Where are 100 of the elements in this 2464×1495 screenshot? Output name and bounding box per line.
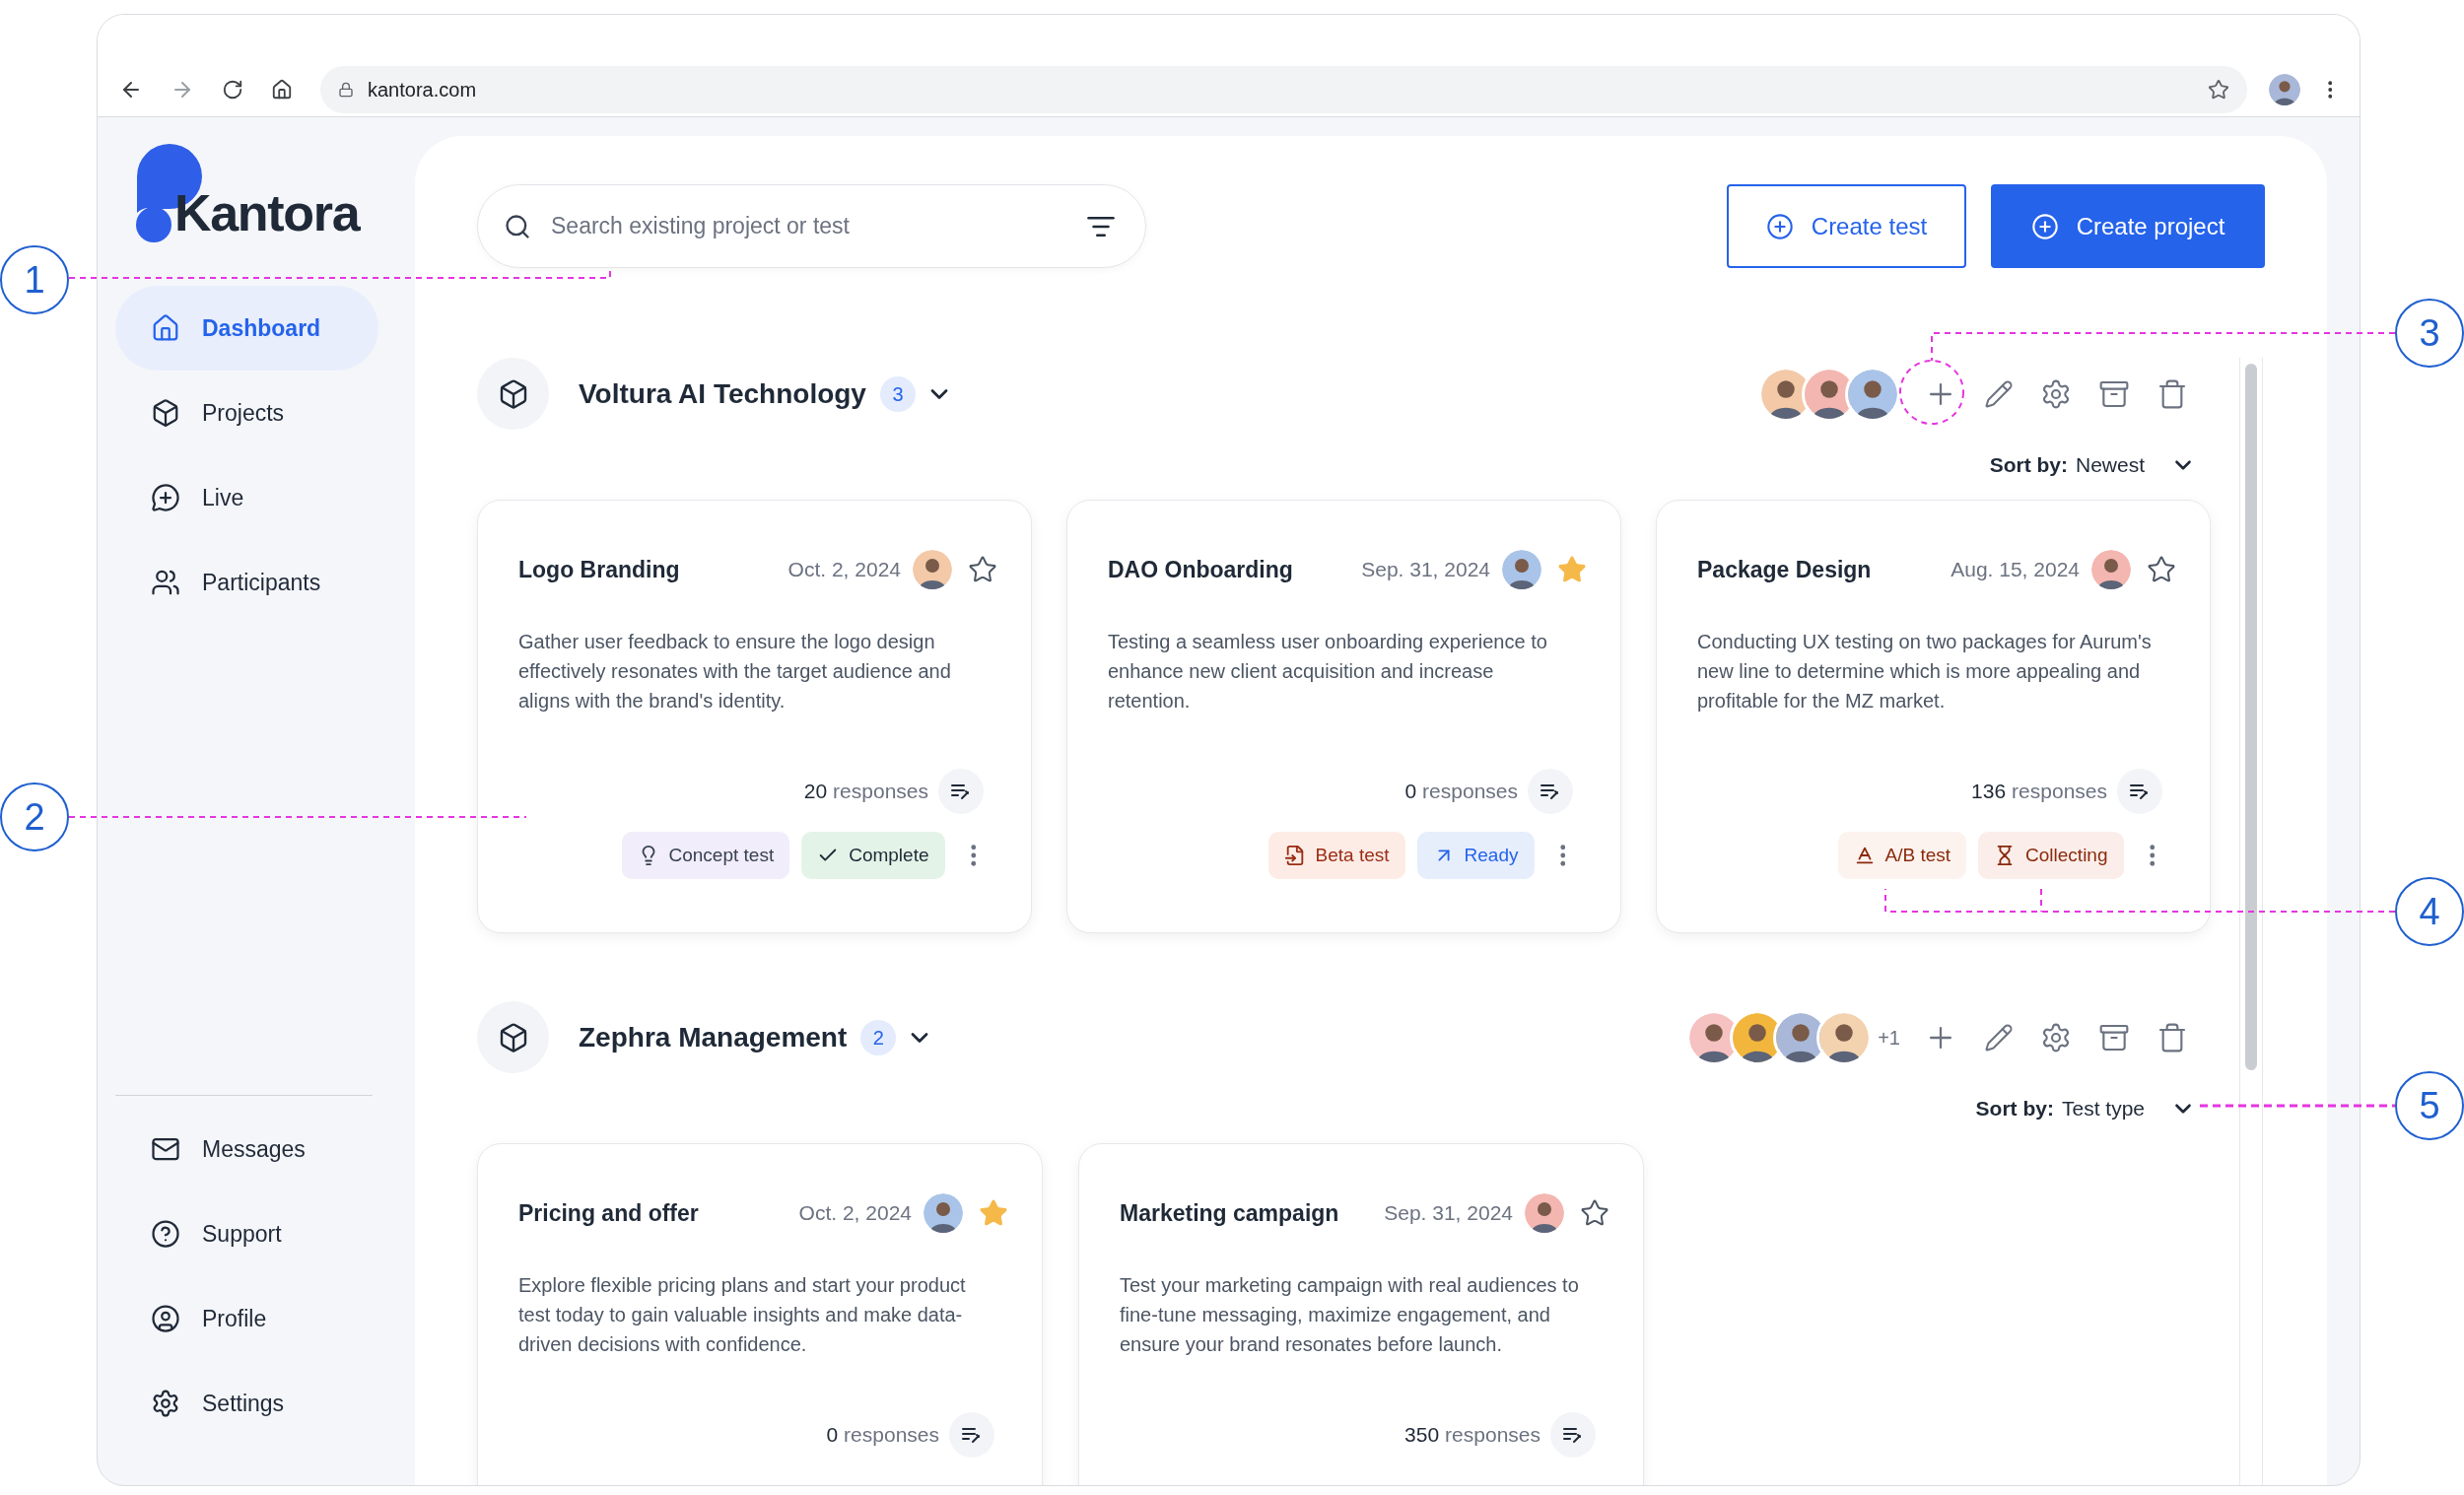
edit-responses-button[interactable] [949,1412,994,1458]
card-title: DAO Onboarding [1108,555,1293,584]
avatar [2268,74,2300,105]
home-button[interactable] [271,79,293,101]
kebab-icon [2149,845,2155,866]
lock-icon [338,82,354,98]
box-icon [151,398,180,428]
status-tag: Collecting [1978,832,2124,879]
create-project-button[interactable]: Create project [1991,184,2265,268]
plus-circle-icon [1765,212,1794,240]
create-test-button[interactable]: Create test [1727,184,1966,268]
callout-number: 1 [0,245,69,314]
file-arrow-icon [1283,845,1306,866]
card-title: Marketing campaign [1120,1198,1339,1228]
delete-button[interactable] [2156,1021,2188,1053]
response-label: responses [2012,779,2107,805]
search-icon [504,212,531,240]
card-description: Conducting UX testing on two packages for Aurum's new line to determine which is more appealing and profitable for the MZ market. [1697,630,2153,714]
test-type-tag: Concept test [621,832,790,879]
kebab-icon [2327,81,2332,99]
test-card[interactable]: Package Design Aug. 15, 2024 Conducting UX testing on two packages for Aurum's new line to determine which is more appealing and profitable for the MZ market. 136 responses A/B test Collecting [1656,500,2211,933]
edit-responses-button[interactable] [2117,769,2162,814]
settings-icon [151,1389,180,1418]
list-edit-icon [1540,782,1560,800]
kebab-icon [1559,845,1565,866]
users-icon [151,568,180,597]
card-date: Sep. 31, 2024 [1361,557,1490,583]
response-count: 0 [1404,779,1417,805]
response-label: responses [1422,779,1518,805]
list-edit-icon [1563,1426,1583,1444]
sort-dropdown[interactable]: Newest [2075,449,2196,481]
card-title: Package Design [1697,555,1872,584]
test-card[interactable]: DAO Onboarding Sep. 31, 2024 Testing a seamless user onboarding experience to enhance new client acquisition and increase retention. 0 responses Beta test Ready [1066,500,1621,933]
help-icon [151,1219,180,1249]
test-type-tag: Beta test [1267,832,1405,879]
test-card[interactable]: Logo Branding Oct. 2, 2024 Gather user feedback to ensure the logo design effectively resonates with the target audience and aligns with the brand's identity. 20 responses Concept test Complete [477,500,1032,933]
delete-button[interactable] [2156,377,2188,410]
sidebar-item[interactable]: Messages [115,1107,378,1191]
response-label: responses [1445,1422,1540,1449]
chat-plus-icon [151,483,180,512]
sidebar-item[interactable]: Settings [115,1361,378,1446]
card-date: Oct. 2, 2024 [787,557,901,583]
list-edit-icon [951,782,971,800]
edit-responses-button[interactable] [1528,769,1573,814]
project-name: Voltura AI Technology [579,376,866,411]
list-edit-icon [962,1426,982,1444]
sidebar-item[interactable]: Participants [115,540,378,625]
response-count: 350 [1404,1422,1440,1449]
status-tag: Ready [1416,832,1535,879]
user-circle-icon [151,1304,180,1333]
scrollbar-thumb[interactable] [2245,364,2257,1070]
sidebar-item[interactable]: Dashboard [115,286,378,371]
list-edit-icon [2130,782,2150,800]
settings-button[interactable] [2040,377,2072,410]
sort-label: Sort by: [1989,452,2068,479]
address-bar[interactable]: kantora.com [320,66,2247,113]
sidebar-item[interactable]: Live [115,455,378,540]
test-card[interactable]: Marketing campaign Sep. 31, 2024 Test your marketing campaign with real audiences to fine-tune messaging, maximize engagement, and ensure your brand resonates before launch. 350 responses [1078,1143,1644,1485]
reload-button[interactable] [222,79,243,101]
edit-responses-button[interactable] [1550,1412,1596,1458]
card-description: Testing a seamless user onboarding experience to enhance new client acquisition and increase retention. [1108,630,1548,714]
callout-number: 3 [2395,299,2464,368]
home-icon [151,313,180,343]
test-type-tag: A/B test [1837,832,1967,879]
plus-circle-icon [2030,212,2059,240]
sort-dropdown[interactable]: Test type [2061,1093,2196,1124]
callout-number: 4 [2395,877,2464,946]
response-label: responses [833,779,928,805]
card-title: Logo Branding [518,555,680,584]
extra-members-count: +1 [1878,1025,1900,1051]
callout-number: 5 [2395,1071,2464,1140]
callout-number: 2 [0,782,69,851]
response-count: 0 [826,1422,839,1449]
response-label: responses [844,1422,939,1449]
url-text: kantora.com [368,78,477,102]
kebab-icon [970,845,976,866]
card-description: Explore flexible pricing plans and start your product test today to gain valuable insights and make data-driven decisions with confidence. [518,1273,967,1357]
card-description: Test your marketing campaign with real audiences to fine-tune messaging, maximize engagement, and ensure your brand resonates before launch. [1120,1273,1580,1357]
response-count: 136 [1971,779,2007,805]
search-input[interactable]: Search existing project or test [551,209,1066,243]
logo-text: Kantora [174,183,360,242]
sort-label: Sort by: [1975,1096,2054,1122]
test-count: 3 [879,375,916,412]
sidebar-item[interactable]: Support [115,1191,378,1276]
sidebar-item[interactable]: Profile [115,1276,378,1361]
card-title: Pricing and offer [518,1198,699,1228]
bookmark-star-icon [2207,79,2229,101]
project-name: Zephra Management [579,1020,848,1054]
card-date: Sep. 31, 2024 [1384,1200,1513,1227]
settings-button[interactable] [2040,1021,2072,1053]
status-tag: Complete [801,832,945,879]
edit-responses-button[interactable] [938,769,984,814]
card-date: Aug. 15, 2024 [1951,557,2080,583]
card-description: Gather user feedback to ensure the logo design effectively resonates with the target audience and aligns with the brand's identity. [518,630,952,714]
response-count: 20 [803,779,828,805]
sidebar-item[interactable]: Projects [115,371,378,455]
edit-button[interactable] [1984,378,2014,409]
test-card[interactable]: Pricing and offer Oct. 2, 2024 Explore flexible pricing plans and start your product test today to gain valuable insights and make data-driven decisions with confidence. 0 responses [477,1143,1043,1485]
edit-button[interactable] [1984,1022,2014,1053]
test-count: 2 [860,1019,897,1055]
